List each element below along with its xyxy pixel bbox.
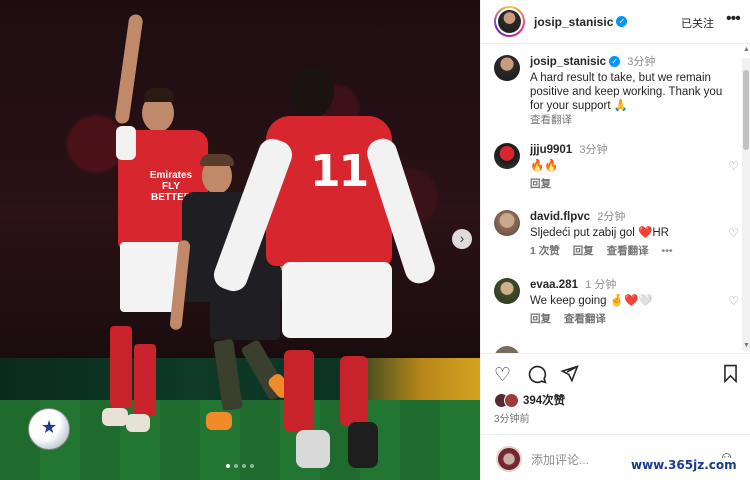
comment-more-icon[interactable]: ••• — [662, 245, 673, 257]
comment-like-icon[interactable]: ♡ — [728, 159, 739, 173]
likes-count[interactable]: 394次赞 — [523, 392, 565, 408]
comment-username[interactable]: jjju9901 — [530, 144, 572, 156]
caption-username[interactable]: josip_stanisic — [530, 56, 606, 68]
comments-scrollbar[interactable] — [742, 58, 750, 351]
follow-button[interactable]: 已关注 — [681, 15, 714, 31]
comments-section[interactable]: josip_stanisic ✓ 3分钟 A hard result to tak… — [481, 45, 743, 353]
player-red-11: 11 — [210, 66, 439, 476]
chevron-right-icon: › — [459, 230, 465, 246]
reply-button[interactable]: 回复 — [530, 313, 551, 325]
carousel-dot — [234, 464, 238, 468]
more-options-icon[interactable]: ••• — [726, 10, 741, 28]
current-user-avatar — [496, 446, 522, 472]
reply-button[interactable]: 回复 — [530, 178, 551, 190]
share-icon[interactable] — [560, 364, 579, 389]
jersey-number: 11 — [310, 146, 369, 197]
post-time: 3分钟前 — [494, 414, 530, 425]
caption-text: A hard result to take, but we remain pos… — [530, 72, 723, 112]
comment-text: 🔥🔥 — [530, 160, 559, 172]
bookmark-icon[interactable] — [722, 364, 739, 389]
post-side-panel: josip_stanisic ✓ 已关注 ••• josip_stanisic ✓… — [480, 0, 750, 480]
comment-username[interactable]: evaa.281 — [530, 279, 578, 291]
caption-time: 3分钟 — [627, 56, 656, 68]
post-actions-section: ♡ 394次赞 3分钟前 添加评论... ☺ www.365jz.com — [481, 353, 750, 480]
carousel-dots — [0, 464, 480, 468]
scroll-up-icon[interactable]: ▲ — [743, 46, 750, 53]
comment-like-icon[interactable]: ♡ — [728, 226, 739, 240]
carousel-next-button[interactable]: › — [452, 229, 472, 249]
caption-avatar[interactable] — [494, 55, 520, 81]
add-comment-input[interactable]: 添加评论... — [531, 451, 589, 468]
see-translation-link[interactable]: 查看翻译 — [530, 113, 736, 127]
carousel-dot — [242, 464, 246, 468]
post-photo[interactable]: EmiratesFLY BETTER 13 11 › — [0, 0, 480, 480]
soccer-ball — [28, 408, 70, 450]
reply-button[interactable]: 回复 — [573, 245, 594, 257]
liker-avatar — [504, 392, 519, 408]
commenter-avatar[interactable] — [494, 346, 520, 353]
comment-icon[interactable] — [527, 364, 547, 390]
likes-summary[interactable]: 394次赞 — [494, 392, 565, 408]
commenter-avatar[interactable] — [494, 143, 520, 169]
carousel-dot — [226, 464, 230, 468]
add-comment-bar: 添加评论... ☺ — [481, 434, 750, 480]
post-header: josip_stanisic ✓ 已关注 ••• — [481, 0, 750, 44]
verified-badge-icon: ✓ — [609, 56, 621, 67]
verified-badge-icon: ✓ — [616, 16, 628, 27]
commenter-avatar[interactable] — [494, 278, 520, 304]
commenter-avatar[interactable] — [494, 210, 520, 236]
like-count[interactable]: 1 次赞 — [530, 245, 560, 257]
comment-time: 3分钟 — [579, 144, 608, 156]
comment-time: 1 分钟 — [585, 279, 617, 291]
see-translation-link[interactable]: 查看翻译 — [607, 245, 649, 257]
scroll-down-icon[interactable]: ▼ — [743, 342, 750, 349]
comment-text: Sljedeći put zabij gol ❤️HR — [530, 227, 669, 239]
like-icon[interactable]: ♡ — [494, 364, 511, 387]
comment-text: We keep going 🤞❤️🤍 — [530, 295, 653, 307]
author-avatar[interactable] — [494, 6, 525, 37]
carousel-dot — [250, 464, 254, 468]
author-username[interactable]: josip_stanisic — [534, 15, 613, 29]
comment-time: 2分钟 — [597, 211, 626, 223]
comment-like-icon[interactable]: ♡ — [728, 294, 739, 308]
watermark: www.365jz.com — [629, 458, 739, 472]
comment-username[interactable]: david.flpvc — [530, 211, 590, 223]
see-translation-link[interactable]: 查看翻译 — [564, 313, 606, 325]
